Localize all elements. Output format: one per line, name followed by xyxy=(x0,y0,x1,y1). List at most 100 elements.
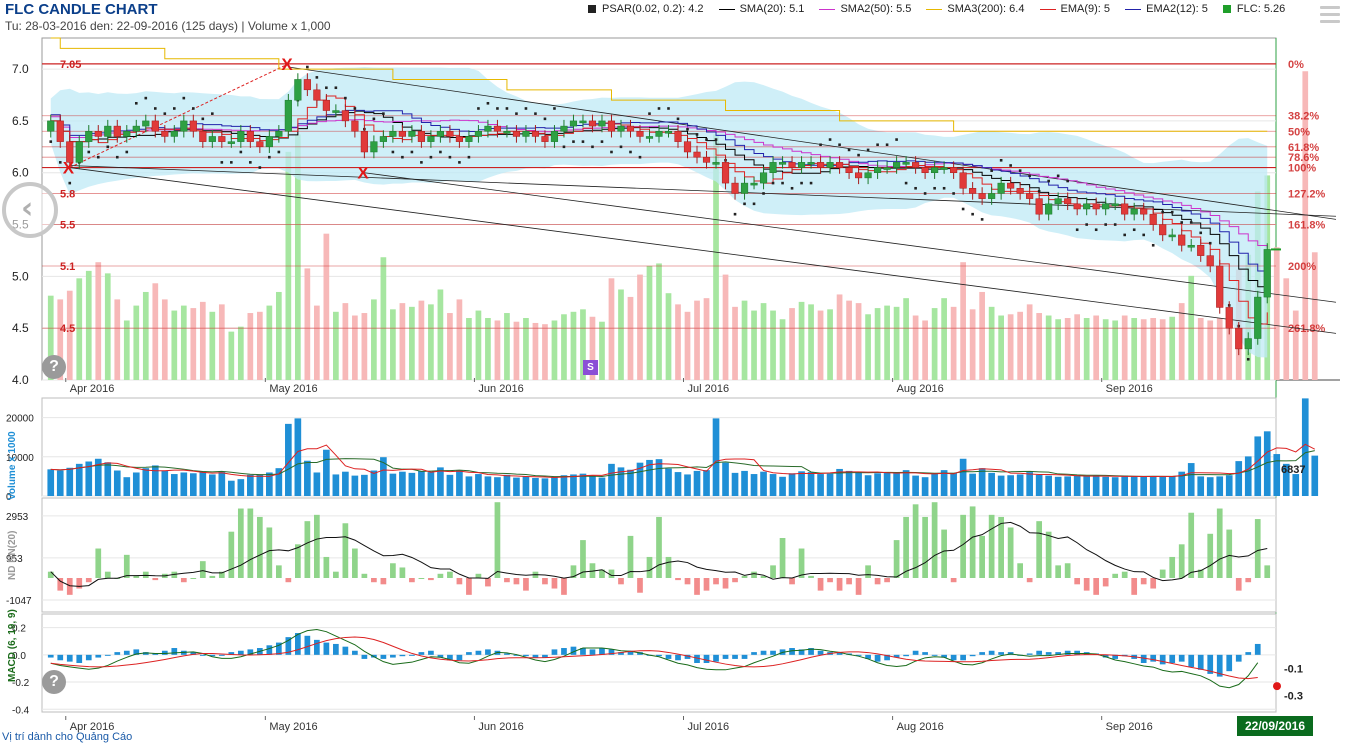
candle-body xyxy=(693,151,701,158)
macd-hist-bar xyxy=(817,650,824,655)
nd-bar xyxy=(675,578,681,581)
month-label: Jun 2016 xyxy=(478,383,523,395)
nd-bar xyxy=(371,578,377,583)
price-volume-bar xyxy=(114,299,121,380)
volume-bar xyxy=(826,473,834,496)
volume-bar xyxy=(551,477,558,496)
volume-bar xyxy=(494,477,501,496)
nd-bar xyxy=(323,556,330,578)
current-date-badge: 22/09/2016 xyxy=(1237,716,1313,736)
psar-dot xyxy=(895,138,898,141)
price-volume-bar xyxy=(1169,316,1176,380)
volume-bar xyxy=(1121,475,1129,496)
ad-placeholder-link[interactable]: Vị trí dành cho Quảng Cáo xyxy=(2,731,132,743)
psar-dot xyxy=(353,107,357,110)
fib-level-label: 38.2% xyxy=(1288,111,1319,123)
psar-dot xyxy=(1009,164,1012,167)
candle-body xyxy=(750,182,758,186)
nd-bar xyxy=(865,565,871,578)
macd-hist-bar xyxy=(741,654,748,659)
candle-body xyxy=(721,162,730,184)
price-volume-bar xyxy=(361,313,368,380)
candle-body xyxy=(731,182,739,194)
psar-dot xyxy=(420,161,423,164)
price-tick-label: 6.0 xyxy=(12,166,29,180)
macd-hist-bar xyxy=(1197,654,1204,670)
fib-price-label: 7.05 xyxy=(60,59,81,71)
chart-canvas[interactable]: 4.04.55.05.56.06.57.00%38.2%50%61.8%78.6… xyxy=(0,0,1348,746)
candle-body xyxy=(94,131,102,137)
volume-bar xyxy=(180,472,188,496)
volume-bar xyxy=(104,462,112,496)
candle-body xyxy=(161,131,169,137)
nd-bar xyxy=(703,578,710,591)
candle-body xyxy=(1083,203,1091,210)
nd-bar xyxy=(798,548,805,578)
macd-tick-label: -0.4 xyxy=(12,705,30,716)
psar-dot xyxy=(980,218,984,221)
help-icon[interactable]: ? xyxy=(42,355,66,379)
psar-dot xyxy=(771,181,775,185)
psar-dot xyxy=(1123,233,1126,237)
candle-body xyxy=(1225,307,1233,329)
volume-bar xyxy=(912,475,919,496)
volume-bar xyxy=(142,468,150,496)
nd-bar xyxy=(1026,578,1033,583)
price-volume-bar xyxy=(893,306,900,380)
candle-body xyxy=(769,162,777,173)
candle-body xyxy=(1197,245,1205,256)
price-volume-bar xyxy=(342,303,349,380)
pivot-marker: X xyxy=(357,164,369,183)
psar-dot xyxy=(1142,233,1145,237)
s-marker-badge[interactable]: S xyxy=(583,360,598,375)
nd-bar xyxy=(874,578,881,585)
volume-bar xyxy=(817,474,824,496)
volume-bar xyxy=(189,473,197,496)
price-volume-bar xyxy=(608,278,615,380)
volume-bar xyxy=(1149,476,1157,496)
macd-last-marker xyxy=(1273,682,1281,691)
price-volume-bar xyxy=(475,310,482,380)
price-volume-bar xyxy=(1150,318,1157,380)
candle-body xyxy=(256,141,264,148)
nd-bar xyxy=(1045,531,1052,578)
price-volume-bar xyxy=(409,306,415,380)
nd-bar xyxy=(846,578,852,585)
macd-hist-bar xyxy=(199,654,206,656)
psar-dot xyxy=(144,96,148,100)
psar-dot xyxy=(192,107,195,110)
macd-hist-bar xyxy=(960,654,966,661)
price-volume-bar xyxy=(1197,318,1204,380)
candle-body xyxy=(104,125,112,137)
macd-hist-bar xyxy=(770,650,776,655)
psar-dot xyxy=(591,145,594,149)
candle-body xyxy=(855,172,863,179)
macd-hist-bar xyxy=(1140,654,1147,663)
psar-dot xyxy=(249,161,252,164)
help-icon[interactable]: ? xyxy=(42,670,66,694)
candle-body xyxy=(569,120,578,127)
candle-body xyxy=(950,167,958,173)
psar-dot xyxy=(619,145,623,149)
price-volume-bar xyxy=(95,262,102,380)
psar-dot xyxy=(496,107,499,110)
volume-bar xyxy=(208,474,216,496)
volume-bar xyxy=(1083,476,1091,496)
macd-hist-bar xyxy=(760,650,767,655)
nd-bar xyxy=(380,578,387,585)
psar-dot xyxy=(277,150,281,154)
price-tick-label: 6.5 xyxy=(12,114,29,128)
candle-body xyxy=(1121,203,1129,215)
candle-body xyxy=(759,172,768,184)
psar-dot xyxy=(971,212,974,216)
chevron-left-icon[interactable]: ‹ xyxy=(2,182,58,238)
macd-right-label: -0.3 xyxy=(1284,691,1303,703)
nd-bar xyxy=(428,578,434,581)
nd-bar xyxy=(1169,556,1176,578)
candle-body xyxy=(655,131,663,137)
macd-hist-bar xyxy=(931,654,938,656)
psar-dot xyxy=(999,158,1003,162)
price-volume-bar xyxy=(969,309,976,380)
nd-bar xyxy=(361,573,368,578)
candle-body xyxy=(874,167,882,173)
